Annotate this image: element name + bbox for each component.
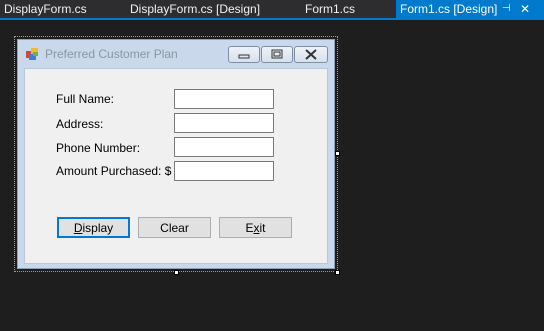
display-button-mnemonic: D	[73, 220, 83, 235]
full-name-label: Full Name:	[56, 92, 115, 106]
resize-handle-corner[interactable]	[335, 270, 340, 275]
tab-underline	[0, 18, 544, 20]
close-window-icon	[305, 49, 317, 60]
resize-handle-bottom[interactable]	[174, 270, 179, 275]
tab-displayform-design[interactable]: DisplayForm.cs [Design]	[130, 0, 260, 18]
form-title: Preferred Customer Plan	[45, 47, 178, 61]
phone-number-label: Phone Number:	[56, 141, 141, 155]
exit-button-prefix: E	[245, 220, 254, 235]
address-label: Address:	[56, 117, 104, 131]
full-name-field[interactable]	[174, 89, 274, 109]
maximize-icon	[271, 49, 283, 59]
clear-button[interactable]: Clear	[138, 217, 211, 238]
form-titlebar: Preferred Customer Plan	[18, 40, 334, 66]
clear-button-label: Clear	[160, 220, 189, 235]
amount-purchased-label: Amount Purchased: $	[56, 164, 172, 178]
close-window-button[interactable]	[294, 46, 328, 63]
minimize-icon	[238, 54, 250, 59]
form-window[interactable]: Preferred Customer Plan Full Name: Addre…	[17, 39, 335, 269]
display-button[interactable]: Display	[57, 217, 130, 238]
tab-form1-design[interactable]: Form1.cs [Design] ⊣ ✕	[396, 0, 544, 18]
minimize-button[interactable]	[228, 46, 260, 63]
phone-number-field[interactable]	[174, 137, 274, 157]
windows-form-icon	[26, 48, 38, 60]
form-client-area: Full Name: Address: Phone Number: Amount…	[24, 68, 328, 264]
close-icon[interactable]: ✕	[520, 0, 530, 18]
tab-form1-cs[interactable]: Form1.cs	[305, 0, 355, 18]
resize-handle-right[interactable]	[335, 151, 340, 156]
exit-button-rest: it	[259, 220, 266, 235]
pin-icon[interactable]: ⊣	[502, 0, 511, 18]
address-field[interactable]	[174, 113, 274, 133]
maximize-button[interactable]	[261, 46, 293, 63]
exit-button[interactable]: Ex it	[219, 217, 292, 238]
display-button-rest: isplay	[82, 220, 114, 235]
document-tab-bar: DisplayForm.cs DisplayForm.cs [Design] F…	[0, 0, 544, 18]
amount-purchased-field[interactable]	[174, 161, 274, 181]
tab-displayform-cs[interactable]: DisplayForm.cs	[4, 0, 87, 18]
tab-form1-design-label: Form1.cs [Design]	[400, 2, 498, 16]
